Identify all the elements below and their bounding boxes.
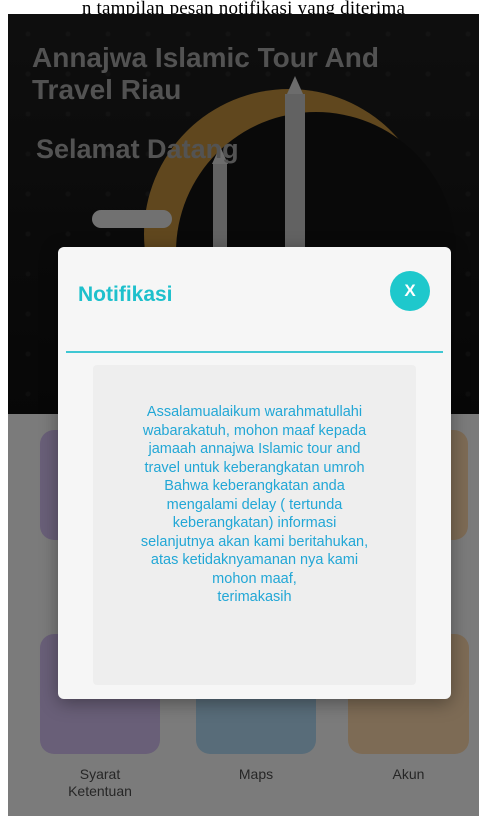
notification-dialog: Notifikasi X Assalamualaikum warahmatull… [58, 247, 451, 699]
dialog-title: Notifikasi [78, 283, 173, 306]
divider [66, 351, 443, 353]
phone-screen: Annajwa Islamic Tour And Travel Riau Sel… [8, 14, 479, 816]
notification-message: Assalamualaikum warahmatullahi wabarakat… [140, 404, 369, 605]
close-button[interactable]: X [390, 271, 430, 311]
message-box: Assalamualaikum warahmatullahi wabarakat… [93, 365, 416, 685]
